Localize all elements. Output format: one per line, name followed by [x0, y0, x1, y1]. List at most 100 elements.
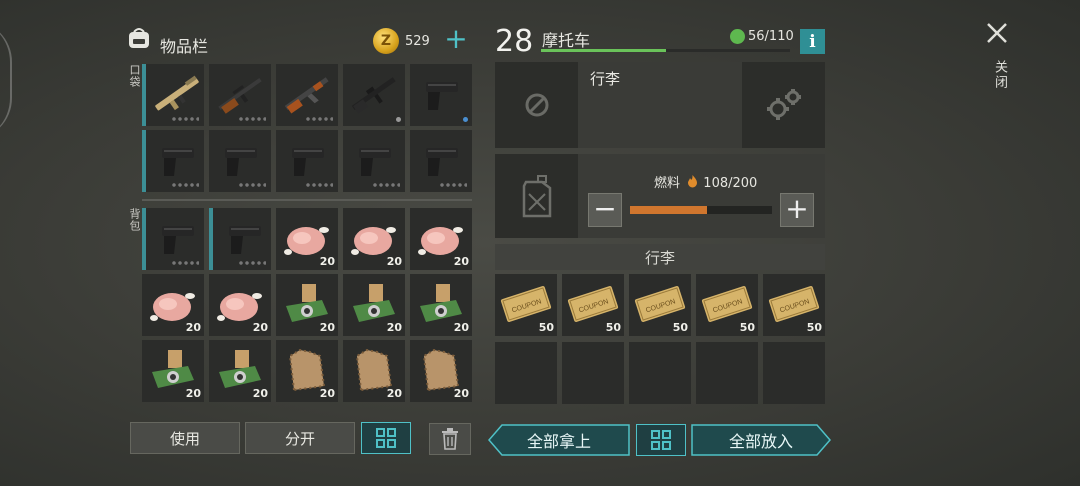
item-slot[interactable]: 20	[343, 208, 405, 270]
take-all-button[interactable]: 全部拿上	[488, 424, 630, 456]
sort-cargo-button[interactable]	[636, 424, 686, 456]
item-quantity: 20	[252, 387, 268, 400]
fuel-increase-button[interactable]: +	[780, 193, 814, 227]
durability-indicator	[305, 183, 333, 187]
item-slot[interactable]: 20	[343, 274, 405, 336]
prohibited-icon	[525, 93, 548, 117]
use-button[interactable]: 使用	[130, 422, 240, 454]
info-button[interactable]: i	[800, 29, 825, 54]
close-label[interactable]: 关闭	[990, 60, 1009, 90]
scar-rifle-icon	[155, 75, 199, 111]
pistol-icon	[162, 148, 194, 176]
grid-icon	[376, 428, 396, 448]
durability-indicator	[171, 183, 199, 187]
durability-indicator	[463, 117, 468, 122]
empty-slot[interactable]	[495, 342, 557, 404]
vehicle-empty-slot[interactable]	[495, 62, 578, 148]
fuel-bar	[630, 206, 772, 214]
inventory-divider	[142, 199, 472, 201]
item-slot[interactable]	[343, 130, 405, 192]
pistol-icon	[292, 148, 324, 176]
empty-slot[interactable]	[629, 342, 691, 404]
put-all-label: 全部放入	[728, 432, 793, 451]
item-quantity: 20	[252, 321, 268, 334]
item-slot[interactable]: 20	[410, 340, 472, 402]
item-slot[interactable]	[142, 130, 204, 192]
item-quantity: 20	[453, 255, 469, 268]
take-all-label: 全部拿上	[526, 432, 591, 451]
gears-icon	[766, 89, 801, 120]
fuel-slot[interactable]	[495, 154, 578, 238]
empty-slot[interactable]	[562, 342, 624, 404]
durability-indicator	[238, 261, 266, 265]
item-slot[interactable]: 20	[276, 208, 338, 270]
m4-rifle-icon	[351, 77, 396, 114]
item-slot[interactable]	[209, 208, 271, 270]
item-slot[interactable]: 20	[209, 274, 271, 336]
svd-rifle-icon	[218, 78, 262, 114]
item-slot[interactable]	[410, 130, 472, 192]
coin-count: 529	[405, 34, 430, 49]
item-slot[interactable]: COUPON 50	[696, 274, 758, 336]
item-quantity: 20	[453, 387, 469, 400]
item-quantity: 20	[319, 387, 335, 400]
split-button[interactable]: 分开	[245, 422, 355, 454]
item-slot[interactable]	[142, 208, 204, 270]
backpack-icon	[129, 28, 149, 48]
item-quantity: 20	[185, 387, 201, 400]
trash-button[interactable]	[429, 423, 471, 455]
item-quantity: 50	[739, 321, 755, 334]
pistol-icon	[162, 226, 194, 254]
item-quantity: 20	[453, 321, 469, 334]
item-quantity: 20	[386, 255, 402, 268]
item-quantity: 20	[319, 255, 335, 268]
add-coins-button[interactable]: +	[444, 25, 468, 53]
vehicle-xp-fill	[541, 49, 666, 52]
durability-indicator	[439, 183, 467, 187]
pistol-icon	[229, 226, 261, 254]
item-slot[interactable]	[276, 130, 338, 192]
jerry-can-icon	[522, 175, 551, 218]
item-slot[interactable]: 20	[410, 274, 472, 336]
item-slot[interactable]: 20	[142, 274, 204, 336]
sort-inventory-button[interactable]	[361, 422, 411, 454]
durability-indicator	[396, 117, 401, 122]
put-all-button[interactable]: 全部放入	[691, 424, 831, 456]
item-slot[interactable]	[142, 64, 204, 126]
coin-icon: Z	[373, 28, 399, 54]
item-slot[interactable]: COUPON 50	[629, 274, 691, 336]
inventory-title: 物品栏	[160, 37, 209, 56]
pistol-icon	[359, 148, 391, 176]
trash-icon	[442, 428, 458, 450]
item-slot[interactable]	[276, 64, 338, 126]
item-quantity: 50	[605, 321, 621, 334]
empty-slot[interactable]	[696, 342, 758, 404]
durability-indicator	[238, 117, 266, 121]
item-slot[interactable]: 20	[410, 208, 472, 270]
ak47-rifle-icon	[284, 77, 329, 114]
item-quantity: 20	[386, 321, 402, 334]
empty-slot[interactable]	[763, 342, 825, 404]
pistol-icon	[426, 148, 458, 176]
item-quantity: 50	[672, 321, 688, 334]
fuel-decrease-button[interactable]: −	[588, 193, 622, 227]
fuel-value: 108/200	[703, 176, 758, 191]
item-slot[interactable]: COUPON 50	[763, 274, 825, 336]
durability-indicator	[171, 261, 199, 265]
close-icon[interactable]	[985, 21, 1009, 45]
item-slot[interactable]: 20	[142, 340, 204, 402]
item-slot[interactable]: 20	[343, 340, 405, 402]
pistol-icon	[426, 82, 458, 110]
item-slot[interactable]	[209, 64, 271, 126]
item-slot[interactable]: 20	[276, 340, 338, 402]
item-slot[interactable]: COUPON 50	[562, 274, 624, 336]
item-quantity: 20	[185, 321, 201, 334]
item-slot[interactable]	[209, 130, 271, 192]
item-slot[interactable]	[343, 64, 405, 126]
vehicle-parts-slot[interactable]	[742, 62, 825, 148]
item-slot[interactable]: COUPON 50	[495, 274, 557, 336]
item-quantity: 50	[538, 321, 554, 334]
item-slot[interactable]: 20	[209, 340, 271, 402]
item-slot[interactable]	[410, 64, 472, 126]
item-slot[interactable]: 20	[276, 274, 338, 336]
